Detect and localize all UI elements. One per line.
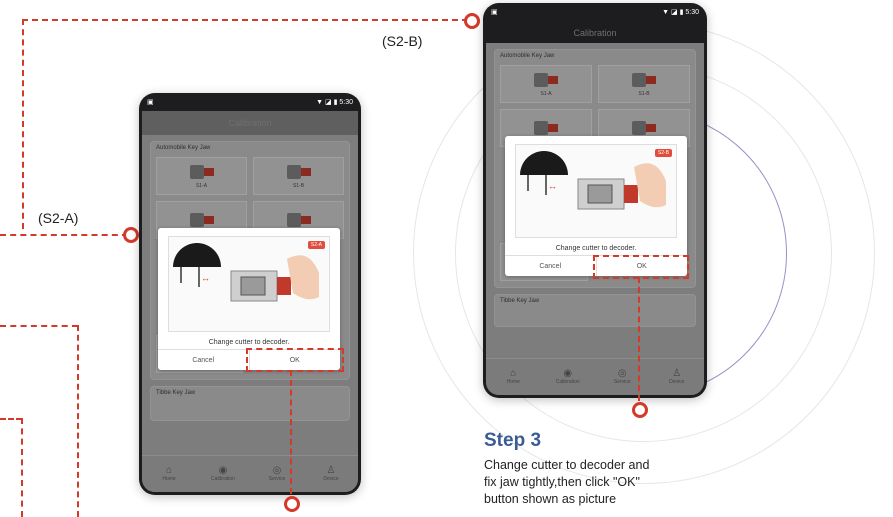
dialog-message: Change cutter to decoder. <box>208 339 290 346</box>
cancel-button[interactable]: Cancel <box>505 256 596 276</box>
device-icon: ♙ <box>672 368 682 379</box>
notification-icon: ▣ <box>147 99 154 106</box>
jaw-label: S1-B <box>292 183 305 189</box>
nav-service[interactable]: ◎ Service <box>250 456 304 492</box>
status-bar: ▣ ▼ ◪ ▮ 5:30 <box>483 3 707 21</box>
jaw-tag: S2-B <box>654 149 672 157</box>
status-icons: ▼ ◪ ▮ 5:30 <box>662 9 699 16</box>
callout-s2b: (S2-B) <box>382 33 423 49</box>
status-bar: ▣ ▼ ◪ ▮ 5:30 <box>139 93 361 111</box>
jaw-icon <box>188 211 216 229</box>
jaw-icon <box>630 71 658 89</box>
nav-label: Device <box>669 379 685 385</box>
nav-label: Device <box>323 476 339 482</box>
nav-label: Service <box>268 476 286 482</box>
nav-label: Calibration <box>555 379 580 385</box>
jaw-card-s1a[interactable]: S1-A <box>500 65 592 103</box>
nav-calibration[interactable]: ◉ Calibration <box>541 359 596 395</box>
calibration-icon: ◉ <box>218 465 228 476</box>
jaw-icon <box>532 119 560 137</box>
section-title: Automobile Key Jaw <box>156 145 211 151</box>
bottom-nav: ⌂ Home ◉ Calibration ◎ Service ♙ Device <box>142 455 358 492</box>
nav-home[interactable]: ⌂ Home <box>486 359 541 395</box>
connector-line <box>638 277 640 401</box>
jaw-icon <box>285 163 313 181</box>
connector-line <box>0 234 128 236</box>
connector-line <box>290 370 292 494</box>
device-icon: ♙ <box>326 465 336 476</box>
home-icon: ⌂ <box>510 368 517 379</box>
nav-home[interactable]: ⌂ Home <box>142 456 196 492</box>
callout-s2a: (S2-A) <box>38 210 79 226</box>
connector-line <box>22 19 468 21</box>
status-time: 5:30 <box>339 99 353 106</box>
jaw-tag: S2-A <box>307 241 325 249</box>
jaw-label: S1-A <box>540 91 552 97</box>
connector-line <box>77 325 79 517</box>
section-title: Automobile Key Jaw <box>500 53 555 59</box>
svg-text:↔: ↔ <box>201 273 210 283</box>
section-title: Tibbe Key Jaw <box>500 298 540 304</box>
step-description: Change cutter to decoder and fix jaw tig… <box>484 457 744 508</box>
decoder-illustration: ↔ <box>173 243 319 302</box>
step-line: Change cutter to decoder and <box>484 458 650 472</box>
cutter-illustration: S2-A ↔ <box>168 236 330 332</box>
status-time: 5:30 <box>685 9 699 16</box>
calibration-icon: ◉ <box>563 368 573 379</box>
connector-line <box>21 418 23 517</box>
nav-label: Home <box>506 379 520 385</box>
connector-line <box>0 418 22 420</box>
ok-highlight-box <box>246 348 344 372</box>
nav-device[interactable]: ♙ Device <box>304 456 358 492</box>
jaw-card-s1b[interactable]: S1-B <box>598 65 690 103</box>
svg-text:↔: ↔ <box>548 181 557 191</box>
app-title: Calibration <box>573 28 617 38</box>
home-icon: ⌂ <box>165 465 173 476</box>
nav-label: Calibration <box>211 476 235 482</box>
jaw-card-s1b[interactable]: S1-B <box>253 157 344 195</box>
ok-highlight-box <box>593 255 689 279</box>
jaw-label: S1-A <box>195 183 208 189</box>
section-title: Tibbe Key Jaw <box>156 390 196 396</box>
tibbe-jaw-section: Tibbe Key Jaw <box>150 386 350 421</box>
connector-line <box>0 325 78 327</box>
nav-label: Service <box>613 379 631 385</box>
service-icon: ◎ <box>617 368 627 379</box>
nav-calibration[interactable]: ◉ Calibration <box>196 456 250 492</box>
notification-icon: ▣ <box>491 9 498 16</box>
cutter-illustration: S2-B ↔ <box>515 144 677 238</box>
nav-device[interactable]: ♙ Device <box>650 359 705 395</box>
connector-dot <box>464 13 480 29</box>
jaw-icon <box>630 119 658 137</box>
connector-dot <box>123 227 139 243</box>
connector-line <box>22 19 24 229</box>
service-icon: ◎ <box>272 465 282 476</box>
nav-service[interactable]: ◎ Service <box>595 359 650 395</box>
step-title: Step 3 <box>484 430 542 451</box>
status-icons: ▼ ◪ ▮ 5:30 <box>316 99 353 106</box>
dialog-message: Change cutter to decoder. <box>555 245 637 252</box>
tibbe-jaw-section: Tibbe Key Jaw <box>494 294 696 327</box>
decoder-illustration: ↔ <box>520 151 666 210</box>
step-line: fix jaw tightly,then click "OK" <box>484 475 640 489</box>
connector-dot <box>632 402 648 418</box>
cancel-button[interactable]: Cancel <box>158 350 249 370</box>
jaw-label: S1-B <box>638 91 650 97</box>
connector-dot <box>284 496 300 512</box>
jaw-icon <box>188 163 216 181</box>
jaw-icon <box>285 211 313 229</box>
nav-label: Home <box>162 476 176 482</box>
jaw-card-s1a[interactable]: S1-A <box>156 157 247 195</box>
app-title: Calibration <box>142 111 358 135</box>
jaw-icon <box>532 71 560 89</box>
bottom-nav: ⌂ Home ◉ Calibration ◎ Service ♙ Device <box>486 358 704 395</box>
step-line: button shown as picture <box>484 492 617 506</box>
